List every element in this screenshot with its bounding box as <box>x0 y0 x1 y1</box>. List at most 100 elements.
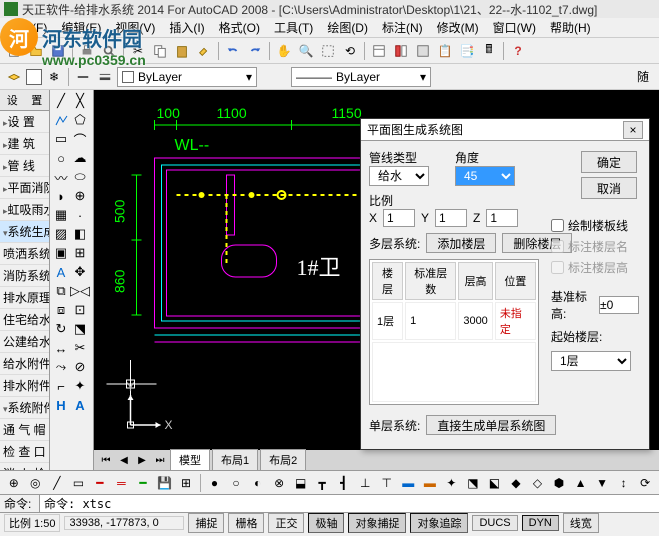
stretch-icon[interactable]: ↔ <box>52 339 70 357</box>
pline-icon[interactable] <box>52 111 70 129</box>
zoom-prev-icon[interactable]: ⟲ <box>340 41 360 61</box>
preview-icon[interactable] <box>99 41 119 61</box>
copy2-icon[interactable]: ⧉ <box>52 282 70 300</box>
color-swatch[interactable] <box>26 69 42 85</box>
new-icon[interactable] <box>4 41 24 61</box>
hatch-icon[interactable]: ▨ <box>52 225 70 243</box>
pipe-tool-icon[interactable]: ⬔ <box>463 473 483 493</box>
array-icon[interactable]: ⊡ <box>71 301 89 319</box>
left-item[interactable]: ▸平面消防 <box>0 177 49 199</box>
letter-h-icon[interactable]: H <box>52 396 70 414</box>
grid-toggle[interactable]: 栅格 <box>228 513 264 533</box>
tab-next-icon[interactable]: ▶ <box>134 452 150 468</box>
pipe-tool-icon[interactable]: ━ <box>90 473 110 493</box>
left-item[interactable]: ▸管 线 <box>0 155 49 177</box>
lweight-icon[interactable] <box>95 67 115 87</box>
ducs-toggle[interactable]: DUCS <box>472 515 517 531</box>
pipe-tool-icon[interactable]: ◐ <box>248 473 268 493</box>
menu-draw[interactable]: 绘图(D) <box>321 17 374 38</box>
pipe-tool-icon[interactable]: ▭ <box>69 473 89 493</box>
add-floor-button[interactable]: 添加楼层 <box>426 233 496 253</box>
left-item[interactable]: 给水附件 <box>0 353 49 375</box>
scale-x-input[interactable] <box>383 209 415 227</box>
tab-model[interactable]: 模型 <box>170 449 210 470</box>
menu-edit[interactable]: 编辑(E) <box>55 17 107 38</box>
layer-props-icon[interactable] <box>4 67 24 87</box>
pipe-tool-icon[interactable]: ◎ <box>26 473 46 493</box>
pipe-tool-icon[interactable]: ═ <box>112 473 132 493</box>
offset-icon[interactable]: ⧈ <box>52 301 70 319</box>
pipe-tool-icon[interactable]: ⊕ <box>4 473 24 493</box>
draw-floorline-checkbox[interactable] <box>551 219 564 232</box>
left-item[interactable]: 通 气 帽 <box>0 419 49 441</box>
polygon-icon[interactable]: ⬠ <box>71 111 89 129</box>
lwt-toggle[interactable]: 线宽 <box>563 513 599 533</box>
pipe-tool-icon[interactable]: ⊗ <box>269 473 289 493</box>
pipe-tool-icon[interactable]: ○ <box>226 473 246 493</box>
pipe-tool-icon[interactable]: ⬢ <box>549 473 569 493</box>
scale-y-input[interactable] <box>435 209 467 227</box>
pipe-tool-icon[interactable]: ⊤ <box>377 473 397 493</box>
pipe-tool-icon[interactable]: ⊞ <box>176 473 196 493</box>
cut-icon[interactable]: ✂ <box>128 41 148 61</box>
mtext-icon[interactable]: A <box>52 263 70 281</box>
pipe-tool-icon[interactable]: ╱ <box>47 473 67 493</box>
ok-button[interactable]: 确定 <box>581 151 637 173</box>
ltype-icon[interactable] <box>73 67 93 87</box>
tool-palette-icon[interactable] <box>413 41 433 61</box>
menu-modify[interactable]: 修改(M) <box>431 17 485 38</box>
left-item[interactable]: 排水原理 <box>0 287 49 309</box>
pipe-tool-icon[interactable]: ↕ <box>614 473 634 493</box>
tab-prev-icon[interactable]: ◀ <box>116 452 132 468</box>
pipe-tool-icon[interactable]: ┳ <box>312 473 332 493</box>
markup-icon[interactable]: 📑 <box>457 41 477 61</box>
menu-view[interactable]: 视图(V) <box>109 17 161 38</box>
polar-toggle[interactable]: 极轴 <box>308 513 344 533</box>
pipe-tool-icon[interactable]: ┫ <box>334 473 354 493</box>
xline-icon[interactable]: ╳ <box>71 92 89 110</box>
left-item[interactable]: 排水附件 <box>0 375 49 397</box>
save-icon[interactable] <box>48 41 68 61</box>
design-center-icon[interactable] <box>391 41 411 61</box>
mirror-icon[interactable]: ▷◁ <box>71 282 89 300</box>
tab-last-icon[interactable]: ⏭ <box>152 452 168 468</box>
zoom-window-icon[interactable] <box>318 41 338 61</box>
zoom-icon[interactable]: 🔍 <box>296 41 316 61</box>
floor-table[interactable]: 楼层 标准层数 层高 位置 1层 1 3000 未指定 <box>369 259 539 405</box>
left-item[interactable]: 消防系统 <box>0 265 49 287</box>
spline-icon[interactable]: 〰 <box>52 168 70 186</box>
ellipse-icon[interactable]: ⬭ <box>71 168 89 186</box>
insert-icon[interactable]: ⊕ <box>71 187 89 205</box>
pipe-tool-icon[interactable]: ▲ <box>571 473 591 493</box>
left-item[interactable]: ▸设 置 <box>0 111 49 133</box>
dyn-toggle[interactable]: DYN <box>522 515 559 531</box>
rect-icon[interactable]: ▭ <box>52 130 70 148</box>
cancel-button[interactable]: 取消 <box>581 177 637 199</box>
gen-single-button[interactable]: 直接生成单层系统图 <box>426 415 556 435</box>
pipe-tool-icon[interactable]: ◇ <box>528 473 548 493</box>
tab-first-icon[interactable]: ⏮ <box>98 452 114 468</box>
pipe-tool-icon[interactable]: ━ <box>133 473 153 493</box>
linetype-combo[interactable]: ——— ByLayer ▾ <box>291 67 431 87</box>
menu-format[interactable]: 格式(O) <box>213 17 266 38</box>
paste-icon[interactable] <box>172 41 192 61</box>
menu-tools[interactable]: 工具(T) <box>268 17 319 38</box>
ortho-toggle[interactable]: 正交 <box>268 513 304 533</box>
circle-icon[interactable]: ○ <box>52 149 70 167</box>
left-item[interactable]: 公建给水 <box>0 331 49 353</box>
region-icon[interactable]: ▣ <box>52 244 70 262</box>
left-item[interactable]: ▸虹吸雨水 <box>0 199 49 221</box>
extend-icon[interactable]: ⤳ <box>52 358 70 376</box>
left-item[interactable]: 检 查 口 <box>0 441 49 463</box>
arc-icon[interactable]: ⌒ <box>71 130 89 148</box>
calc-icon[interactable]: 🖩 <box>479 41 499 61</box>
pipe-tool-icon[interactable]: ▼ <box>592 473 612 493</box>
command-input[interactable]: 命令: xtsc <box>40 495 659 512</box>
pan-icon[interactable]: ✋ <box>274 41 294 61</box>
match-icon[interactable] <box>194 41 214 61</box>
table-icon[interactable]: ⊞ <box>71 244 89 262</box>
line-icon[interactable]: ╱ <box>52 92 70 110</box>
letter-a-icon[interactable]: A <box>71 396 89 414</box>
tab-layout2[interactable]: 布局2 <box>260 449 306 470</box>
pipe-tool-icon[interactable]: ⟳ <box>635 473 655 493</box>
